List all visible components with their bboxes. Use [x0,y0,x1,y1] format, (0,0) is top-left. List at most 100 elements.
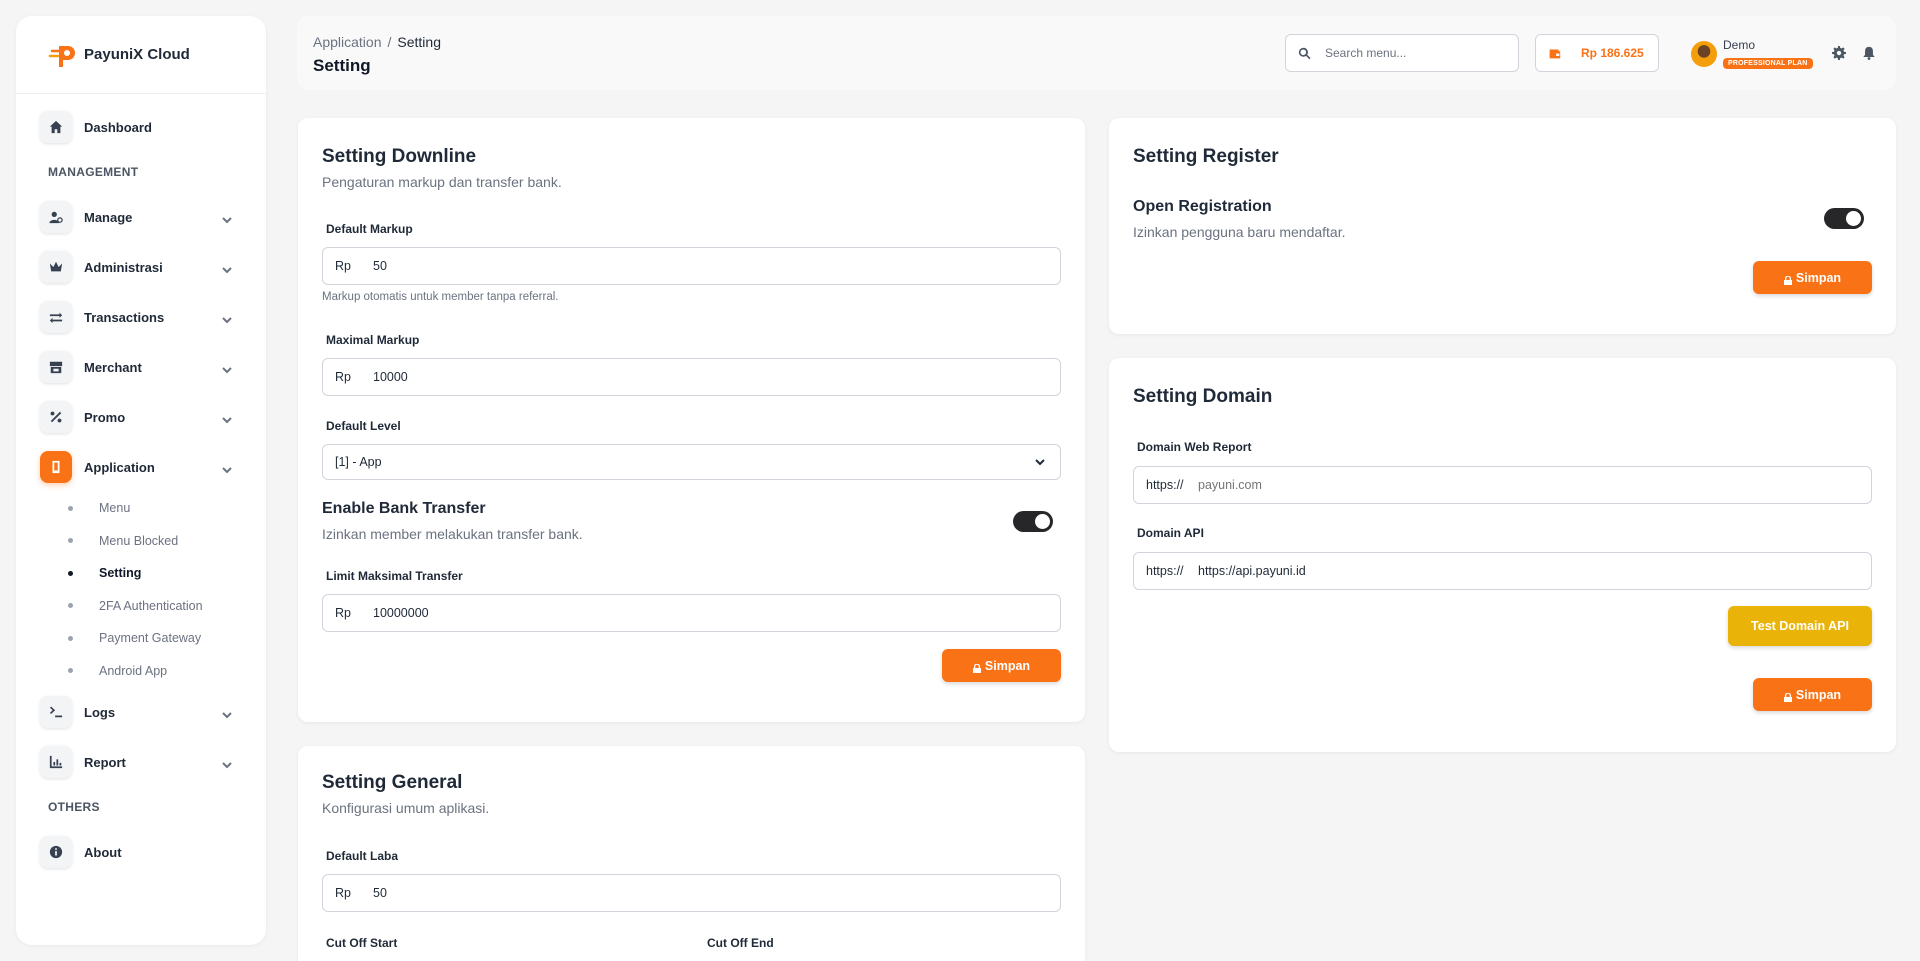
card-description: Konfigurasi umum aplikasi. [322,800,490,816]
save-downline-button[interactable]: Simpan [942,649,1061,682]
card-description: Pengaturan markup dan transfer bank. [322,174,562,190]
toggle-knob [1035,514,1050,529]
sidebar-item-merchant[interactable]: Merchant [16,342,266,392]
arrows-exchange-icon [40,301,72,333]
bullet-icon [68,603,73,609]
domain-web-input[interactable] [1198,478,1798,492]
submenu-item-payment-gateway[interactable]: Payment Gateway [52,622,266,655]
bell-icon[interactable] [1862,46,1876,60]
card-setting-domain: Setting Domain Domain Web Report https:/… [1109,358,1896,752]
sidebar-item-dashboard[interactable]: Dashboard [16,102,266,152]
sidebar-item-label: Application [84,459,155,475]
sidebar-item-label: Logs [84,704,116,720]
open-registration-toggle[interactable] [1824,208,1864,229]
domain-api-field[interactable]: https:// https://api.payuni.id [1133,552,1872,590]
user-menu[interactable]: Demo PROFESSIONAL PLAN [1691,38,1813,70]
submenu-item-2fa[interactable]: 2FA Authentication [52,590,266,623]
chevron-down-icon [222,262,232,274]
chevron-down-icon [222,212,232,224]
sidebar-item-transactions[interactable]: Transactions [16,292,266,342]
submenu-item-android-app[interactable]: Android App [52,655,266,688]
default-markup-label: Default Markup [326,222,413,236]
breadcrumb-parent[interactable]: Application [313,34,382,50]
info-icon [40,836,72,868]
percent-icon [40,401,72,433]
sidebar-item-administrasi[interactable]: Administrasi [16,242,266,292]
store-icon [40,351,72,383]
user-cog-icon [40,201,72,233]
avatar[interactable] [1691,41,1717,67]
sidebar-item-promo[interactable]: Promo [16,392,266,442]
domain-api-label: Domain API [1137,526,1204,540]
bank-transfer-desc: Izinkan member melakukan transfer bank. [322,526,583,542]
terminal-icon [40,696,72,728]
search-icon [1298,47,1311,59]
chevron-down-icon [222,757,232,769]
url-prefix: https:// [1146,564,1184,578]
limit-transfer-field[interactable]: Rp 10000000 [322,594,1061,632]
sidebar-item-report[interactable]: Report [16,737,266,787]
wallet-icon [1549,48,1561,58]
brand[interactable]: PayuniX Cloud [16,16,266,94]
plan-badge: PROFESSIONAL PLAN [1723,58,1813,69]
bank-transfer-toggle[interactable] [1013,511,1053,532]
gear-icon[interactable] [1832,46,1846,60]
sidebar-item-label: About [84,844,122,860]
card-setting-downline: Setting Downline Pengaturan markup dan t… [298,118,1085,722]
test-domain-api-button[interactable]: Test Domain API [1728,606,1872,646]
search-box[interactable] [1285,34,1519,72]
card-setting-general: Setting General Konfigurasi umum aplikas… [298,746,1085,961]
section-others: OTHERS [48,800,100,814]
lock-icon [1783,274,1792,285]
submenu-item-menu[interactable]: Menu [52,492,266,525]
limit-transfer-value: 10000000 [373,606,429,620]
submenu-item-setting[interactable]: Setting [52,557,266,590]
sidebar-item-label: Report [84,754,126,770]
cutoff-start-label: Cut Off Start [326,936,398,950]
save-domain-button[interactable]: Simpan [1753,678,1872,711]
domain-web-label: Domain Web Report [1137,440,1252,454]
user-name: Demo [1723,38,1756,52]
currency-prefix: Rp [335,370,351,384]
default-laba-label: Default Laba [326,849,399,863]
lock-icon [972,662,981,673]
test-domain-label: Test Domain API [1751,619,1849,633]
sidebar-item-about[interactable]: About [16,827,266,877]
default-markup-field[interactable]: Rp 50 [322,247,1061,285]
sidebar-item-logs[interactable]: Logs [16,687,266,737]
save-label: Simpan [1795,687,1842,702]
submenu-item-menu-blocked[interactable]: Menu Blocked [52,525,266,558]
balance-button[interactable]: Rp 186.625 [1535,34,1659,72]
sidebar-item-application[interactable]: Application [16,442,266,492]
brand-name: PayuniX Cloud [84,46,190,63]
default-laba-value: 50 [373,886,387,900]
default-level-select[interactable]: [1] - App [322,444,1061,480]
submenu-label: 2FA Authentication [99,598,203,613]
card-setting-register: Setting Register Open Registration Izink… [1109,118,1896,334]
max-markup-label: Maximal Markup [326,333,420,347]
sidebar-item-label: Dashboard [84,119,152,135]
domain-web-field[interactable]: https:// [1133,466,1872,504]
save-register-button[interactable]: Simpan [1753,261,1872,294]
chevron-down-icon [222,362,232,374]
sidebar: PayuniX Cloud Dashboard MANAGEMENT Manag… [16,16,266,945]
chart-bar-icon [40,746,72,778]
default-laba-field[interactable]: Rp 50 [322,874,1061,912]
lock-icon [1783,691,1792,702]
sidebar-item-manage[interactable]: Manage [16,192,266,242]
card-title: Setting Domain [1133,386,1273,407]
currency-prefix: Rp [335,259,351,273]
default-level-value: [1] - App [335,455,382,469]
bullet-icon [68,538,73,544]
balance-amount: Rp 186.625 [1581,46,1644,60]
search-input[interactable] [1325,46,1495,60]
card-title: Setting General [322,772,463,793]
breadcrumb-current: Setting [397,34,441,50]
sidebar-item-label: Administrasi [84,259,163,275]
bullet-icon [68,668,73,674]
payunix-logo-icon [48,41,78,69]
max-markup-field[interactable]: Rp 10000 [322,358,1061,396]
application-submenu: Menu Menu Blocked Setting 2FA Authentica… [16,492,266,687]
domain-api-value: https://api.payuni.id [1198,564,1306,578]
breadcrumb: Application / Setting [313,34,441,50]
